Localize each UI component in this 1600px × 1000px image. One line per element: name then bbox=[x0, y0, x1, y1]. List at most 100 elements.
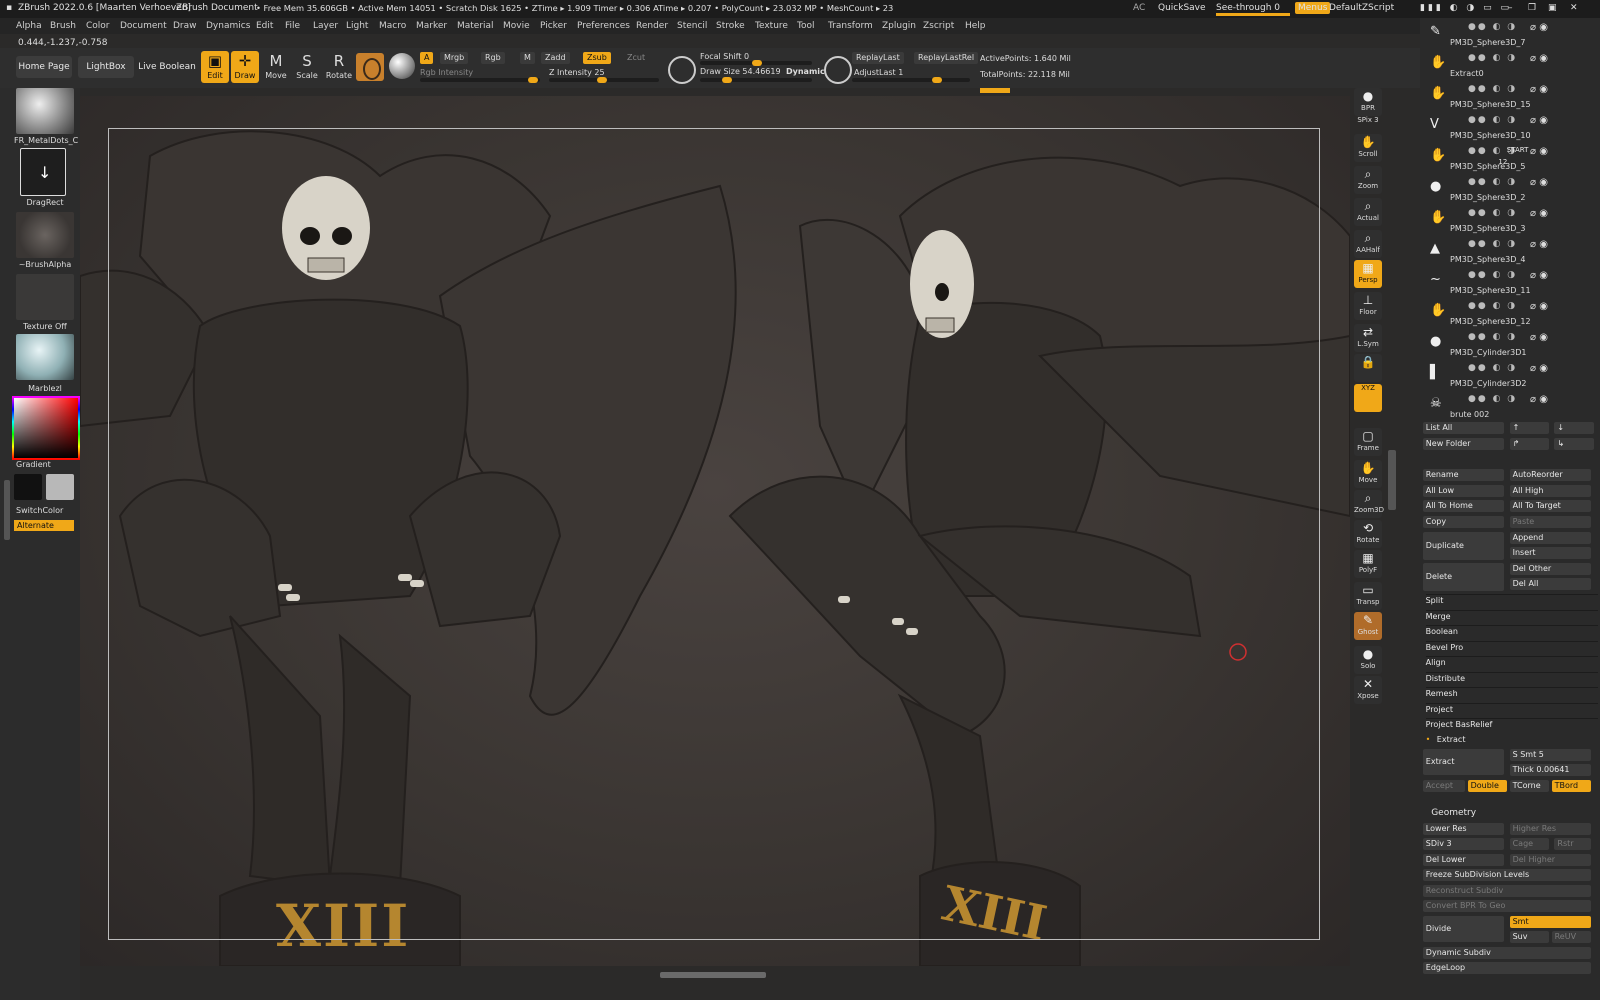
texture-thumbnail[interactable] bbox=[16, 274, 74, 320]
menus-button[interactable]: Menus bbox=[1295, 2, 1331, 14]
arrow-down-button[interactable]: ↓ bbox=[1554, 422, 1594, 434]
subtool-toggles[interactable]: ●● ◐ ◑ bbox=[1468, 22, 1517, 32]
rgb-intensity-slider[interactable] bbox=[420, 77, 540, 83]
subtool-row[interactable]: ✋ ●● ◐ ◑ ⌀ ◉ PM3D_Sphere3D_15 bbox=[1428, 80, 1598, 110]
scale-tool-button[interactable]: S Scale bbox=[293, 51, 321, 83]
distribute-menu[interactable]: Distribute bbox=[1426, 674, 1465, 683]
minimize-icon[interactable]: – bbox=[1508, 3, 1513, 13]
default-zscript[interactable]: DefaultZScript bbox=[1329, 3, 1394, 13]
visibility-eye-icon[interactable]: ⌀ ◉ bbox=[1530, 208, 1548, 219]
move-down-button[interactable]: ↳ bbox=[1554, 438, 1594, 450]
move-up-button[interactable]: ↱ bbox=[1509, 438, 1549, 450]
bevelpro-menu[interactable]: Bevel Pro bbox=[1426, 643, 1464, 652]
layout-icons[interactable]: ▮▮▮ ◐ ◑ ▭ ▭ bbox=[1420, 3, 1512, 13]
zcut-button[interactable]: Zcut bbox=[623, 52, 649, 64]
extract-button[interactable]: Extract bbox=[1422, 749, 1504, 775]
del-all-button[interactable]: Del All bbox=[1509, 578, 1591, 590]
menu-preferences[interactable]: Preferences bbox=[577, 21, 630, 31]
menu-tool[interactable]: Tool bbox=[797, 21, 814, 31]
del-higher-button[interactable]: Del Higher bbox=[1509, 854, 1591, 866]
visibility-eye-icon[interactable]: ⌀ ◉ bbox=[1530, 22, 1548, 33]
all-low-button[interactable]: All Low bbox=[1422, 485, 1504, 497]
menu-file[interactable]: File bbox=[285, 21, 300, 31]
tool-ghost[interactable]: ✎ Ghost bbox=[1354, 612, 1382, 640]
menu-document[interactable]: Document bbox=[120, 21, 167, 31]
merge-menu[interactable]: Merge bbox=[1426, 612, 1451, 621]
visibility-eye-icon[interactable]: ⌀ ◉ bbox=[1530, 332, 1548, 343]
tool-floor[interactable]: ⊥ Floor bbox=[1354, 292, 1382, 320]
subtool-row[interactable]: ▌ ●● ◐ ◑ ⌀ ◉ PM3D_Cylinder3D2 bbox=[1428, 359, 1598, 389]
extract-header[interactable]: Extract bbox=[1437, 735, 1466, 744]
subtool-toggles[interactable]: ●● ◐ ◑ bbox=[1468, 332, 1517, 342]
focal-shift-slider[interactable] bbox=[700, 60, 812, 66]
menu-brush[interactable]: Brush bbox=[50, 21, 76, 31]
sdiv-slider[interactable]: SDiv 3 bbox=[1422, 838, 1504, 850]
alpha-thumbnail[interactable] bbox=[16, 212, 74, 258]
visibility-eye-icon[interactable]: ⌀ ◉ bbox=[1530, 270, 1548, 281]
tool-lock[interactable]: 🔒 bbox=[1354, 354, 1382, 382]
tool-solo[interactable]: ● Solo bbox=[1354, 646, 1382, 674]
project-menu[interactable]: Project bbox=[1426, 705, 1453, 714]
subtool-row[interactable]: ● ●● ◐ ◑ ⌀ ◉ PM3D_Sphere3D_2 bbox=[1428, 173, 1598, 203]
menu-zscript[interactable]: Zscript bbox=[923, 21, 954, 31]
menu-render[interactable]: Render bbox=[636, 21, 668, 31]
convert-bpr-button[interactable]: Convert BPR To Geo bbox=[1422, 900, 1591, 912]
higher-res-button[interactable]: Higher Res bbox=[1509, 823, 1591, 835]
s-smt-slider[interactable]: S Smt 5 bbox=[1509, 749, 1591, 761]
lightbox-button[interactable]: LightBox bbox=[78, 56, 134, 78]
dynamic-subdiv-button[interactable]: Dynamic Subdiv bbox=[1422, 947, 1591, 959]
bottom-tray-handle[interactable] bbox=[660, 972, 766, 978]
menu-color[interactable]: Color bbox=[86, 21, 110, 31]
stroke-thumbnail[interactable]: ↓ bbox=[20, 148, 66, 196]
menu-picker[interactable]: Picker bbox=[540, 21, 567, 31]
new-folder-button[interactable]: New Folder bbox=[1422, 438, 1504, 450]
tool-polyf[interactable]: ▦ PolyF bbox=[1354, 550, 1382, 578]
menu-marker[interactable]: Marker bbox=[416, 21, 447, 31]
visibility-eye-icon[interactable]: ⌀ ◉ bbox=[1530, 115, 1548, 126]
zsub-button[interactable]: Zsub bbox=[583, 52, 611, 64]
double-toggle[interactable]: Double bbox=[1467, 780, 1507, 792]
tool-xyz[interactable]: XYZ bbox=[1354, 384, 1382, 412]
append-button[interactable]: Append bbox=[1509, 532, 1591, 544]
draw-tool-button[interactable]: ✛ Draw bbox=[231, 51, 259, 83]
geometry-header[interactable]: Geometry bbox=[1431, 808, 1476, 818]
menu-macro[interactable]: Macro bbox=[379, 21, 406, 31]
see-through-slider[interactable]: See-through 0 bbox=[1216, 3, 1290, 16]
color-picker[interactable] bbox=[12, 396, 80, 460]
move-tool-button[interactable]: M Move bbox=[262, 51, 290, 83]
subtool-toggles[interactable]: ●● ◐ ◑ bbox=[1468, 270, 1517, 280]
color-sphere-button[interactable] bbox=[389, 53, 415, 79]
tool-bpr[interactable]: ● BPR bbox=[1354, 88, 1382, 116]
subtool-row[interactable]: ▲ ●● ◐ ◑ ⌀ ◉ PM3D_Sphere3D_4 bbox=[1428, 235, 1598, 265]
subtool-toggles[interactable]: ●● ◐ ◑ bbox=[1468, 239, 1517, 249]
menu-alpha[interactable]: Alpha bbox=[16, 21, 42, 31]
draw-size-slider[interactable] bbox=[700, 77, 812, 83]
reconstruct-subdiv-button[interactable]: Reconstruct Subdiv bbox=[1422, 885, 1591, 897]
tool-xpose[interactable]: ✕ Xpose bbox=[1354, 676, 1382, 704]
switch-color-button[interactable]: SwitchColor bbox=[16, 506, 78, 515]
maximize-icon[interactable]: ▣ bbox=[1548, 3, 1557, 13]
divide-button[interactable]: Divide bbox=[1422, 916, 1504, 942]
menu-layer[interactable]: Layer bbox=[313, 21, 338, 31]
tool-frame[interactable]: ▢ Frame bbox=[1354, 428, 1382, 456]
all-to-home-button[interactable]: All To Home bbox=[1422, 500, 1504, 512]
paste-button[interactable]: Paste bbox=[1509, 516, 1591, 528]
subtool-toggles[interactable]: ●● ◐ ◑ bbox=[1468, 208, 1517, 218]
home-page-button[interactable]: Home Page bbox=[16, 56, 72, 78]
visibility-eye-icon[interactable]: ⌀ ◉ bbox=[1530, 363, 1548, 374]
subtool-toggles[interactable]: ●● ◐ ◑ bbox=[1468, 115, 1517, 125]
accept-button[interactable]: Accept bbox=[1422, 780, 1465, 792]
primary-color-swatch[interactable] bbox=[14, 474, 42, 500]
menu-draw[interactable]: Draw bbox=[173, 21, 197, 31]
subtool-row[interactable]: V ●● ◐ ◑ ⌀ ◉ PM3D_Sphere3D_10 bbox=[1428, 111, 1598, 141]
del-other-button[interactable]: Del Other bbox=[1509, 563, 1591, 575]
remesh-menu[interactable]: Remesh bbox=[1426, 689, 1458, 698]
visibility-eye-icon[interactable]: ⌀ ◉ bbox=[1530, 177, 1548, 188]
del-lower-button[interactable]: Del Lower bbox=[1422, 854, 1504, 866]
viewport-canvas[interactable]: XIII XIII bbox=[80, 96, 1350, 966]
subtool-row[interactable]: ☠ ●● ◐ ◑ ⌀ ◉ brute 002 bbox=[1428, 390, 1598, 420]
dynamic-toggle[interactable]: Dynamic bbox=[786, 67, 825, 76]
z-intensity-slider[interactable] bbox=[549, 77, 659, 83]
subtool-row[interactable]: ✎ ●● ◐ ◑ ⌀ ◉ PM3D_Sphere3D_7 bbox=[1428, 18, 1598, 48]
tool-aahalf[interactable]: ⌕ AAHalf bbox=[1354, 230, 1382, 258]
